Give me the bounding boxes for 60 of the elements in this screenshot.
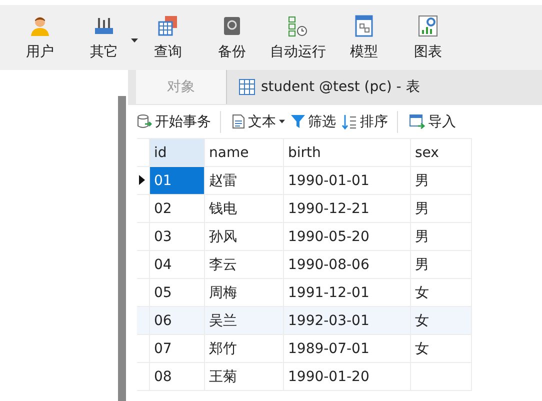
table-cell: 01	[150, 166, 204, 194]
toolbar-button[interactable]: 自动运行	[264, 5, 332, 70]
table-cell: 孙风	[204, 222, 284, 250]
table-cell: 赵雷	[204, 166, 284, 194]
checklist-clock-icon	[287, 15, 309, 37]
toolbar-button[interactable]: 排序	[339, 110, 398, 132]
toolbar-button[interactable]: 导入	[406, 112, 459, 130]
table-cell: 1990-08-06	[284, 250, 410, 278]
table-cell: 吴兰	[204, 306, 284, 334]
diagram-page-icon	[353, 15, 375, 37]
row-pointer-icon	[139, 174, 145, 184]
document-icon	[232, 114, 245, 129]
table-cell: 李云	[204, 250, 284, 278]
toolbar-button[interactable]: 模型	[332, 5, 396, 70]
table-cell: 1990-01-01	[284, 166, 410, 194]
toolbar-button[interactable]: 图表	[396, 5, 460, 70]
funnel-icon	[291, 114, 305, 129]
table-cell: 王菊	[204, 362, 284, 390]
toolbar-button[interactable]: 开始事务	[134, 110, 221, 132]
table-grid-icon	[157, 15, 179, 37]
table-cell: 男	[410, 250, 472, 278]
table-cell: 06	[150, 306, 204, 334]
table-import-icon	[409, 114, 425, 129]
column-header[interactable]: id	[150, 138, 204, 166]
toolbar-button[interactable]: 查询	[136, 5, 200, 70]
table-cell: 04	[150, 250, 204, 278]
caret-icon	[279, 119, 285, 124]
table-cell: 钱电	[204, 194, 284, 222]
toolbar-button[interactable]: 文本	[229, 112, 288, 130]
table-cell: 1989-07-01	[284, 334, 410, 362]
toolbar-button[interactable]: 备份	[200, 5, 264, 70]
table-cell: 1990-05-20	[284, 222, 410, 250]
column-header[interactable]: birth	[284, 138, 410, 166]
table-cell: 1992-03-01	[284, 306, 410, 334]
table-cell: 女	[410, 334, 472, 362]
table-icon	[239, 79, 255, 95]
table-cell: 男	[410, 194, 472, 222]
table-cell: 1990-01-20	[284, 362, 410, 390]
table-cell: 08	[150, 362, 204, 390]
caret-icon	[131, 38, 138, 43]
database-icon	[137, 114, 152, 129]
column-header[interactable]: name	[204, 138, 284, 166]
backup-drive-icon	[221, 15, 243, 37]
table-cell: 02	[150, 194, 204, 222]
chart-icon	[417, 15, 439, 37]
table-cell: 07	[150, 334, 204, 362]
table-cell: 03	[150, 222, 204, 250]
user-icon	[29, 15, 51, 37]
table-cell: 郑竹	[204, 334, 284, 362]
splitter-bar[interactable]	[118, 96, 126, 401]
toolbar-button[interactable]: 其它	[72, 5, 136, 70]
toolbar-button[interactable]: 用户	[8, 5, 72, 70]
sort-icon	[342, 114, 357, 130]
tools-icon	[93, 15, 115, 37]
table-cell: 女	[410, 306, 472, 334]
table-cell: 男	[410, 166, 472, 194]
table-cell: 男	[410, 222, 472, 250]
table-cell: 1990-12-21	[284, 194, 410, 222]
toolbar-button[interactable]: 筛选	[288, 112, 339, 130]
column-header[interactable]: sex	[410, 138, 472, 166]
